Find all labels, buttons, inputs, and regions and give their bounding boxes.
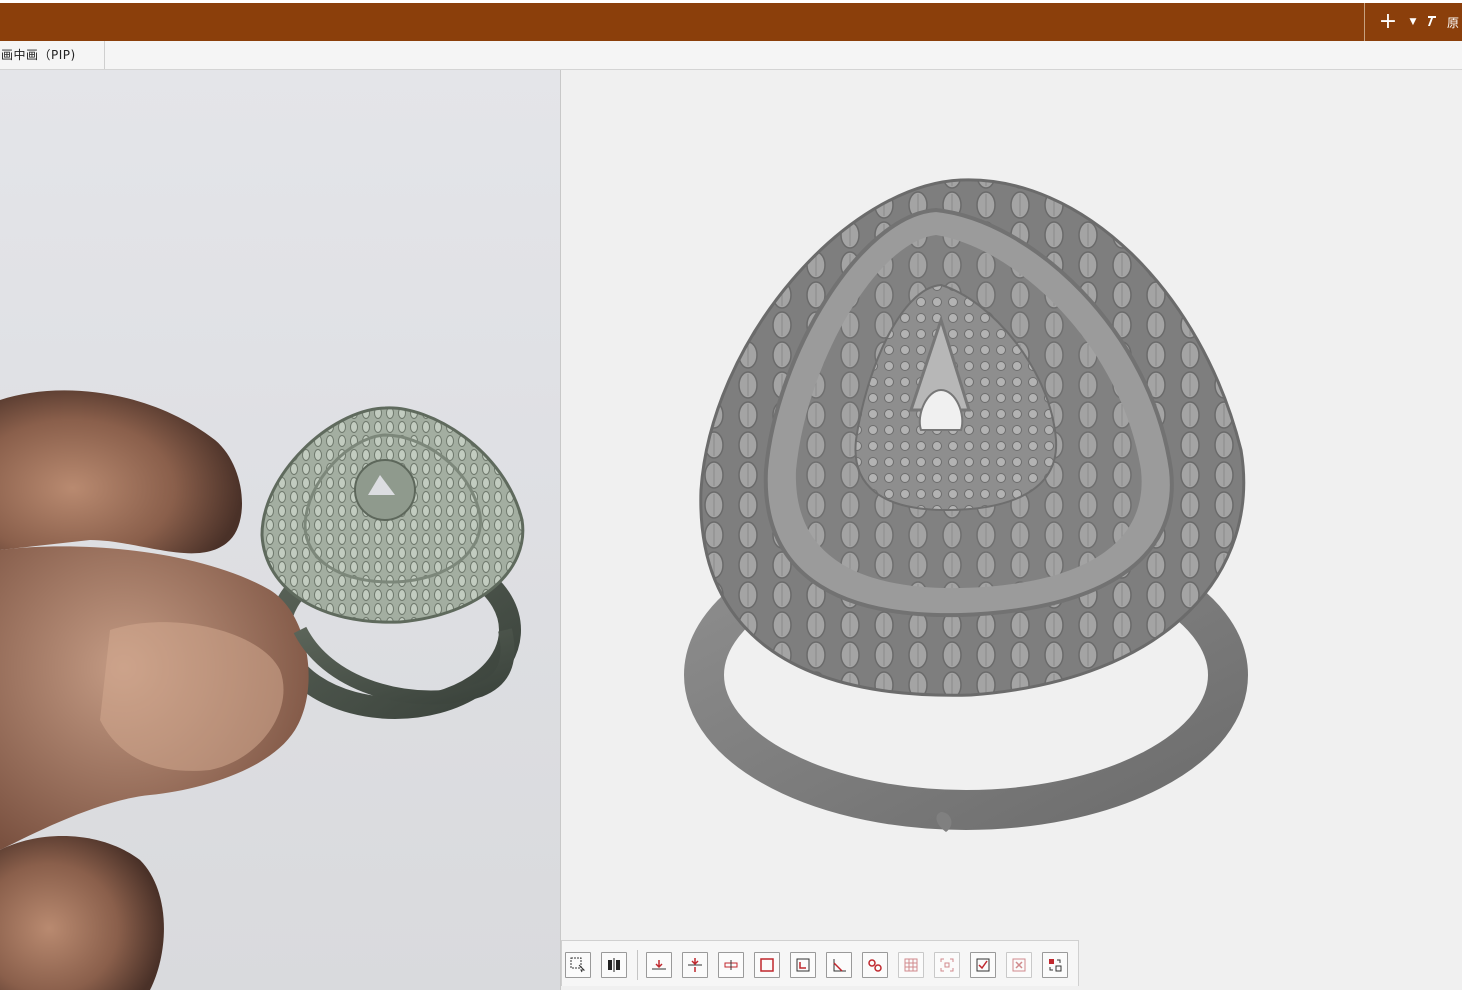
swap-icon[interactable] [1042, 952, 1068, 978]
toolbar-separator [637, 950, 638, 980]
title-bar-band [0, 3, 1462, 41]
title-bar: + ▼ 原 [0, 0, 1462, 41]
delete-icon[interactable] [1006, 952, 1032, 978]
bound-box-icon[interactable] [790, 952, 816, 978]
grid-icon[interactable] [898, 952, 924, 978]
model-viewport[interactable] [560, 70, 1462, 990]
fit-view-icon[interactable] [934, 952, 960, 978]
box-select-icon[interactable] [565, 952, 591, 978]
tab-pip[interactable]: 画中画（PIP) [0, 41, 105, 69]
pin-icon[interactable] [1427, 15, 1437, 30]
photo-panel [0, 70, 560, 990]
plus-icon[interactable]: + [1377, 11, 1399, 33]
title-bar-label[interactable]: 原 [1447, 14, 1459, 31]
align-bottom-icon[interactable] [646, 952, 672, 978]
ring-model-render [684, 178, 1248, 832]
connect-icon[interactable] [862, 952, 888, 978]
caret-down-icon[interactable]: ▼ [1409, 17, 1417, 27]
align-center-icon[interactable] [682, 952, 708, 978]
split-view-icon[interactable] [601, 952, 627, 978]
ring-photo [0, 390, 525, 990]
check-icon[interactable] [970, 952, 996, 978]
angle-measure-icon[interactable] [826, 952, 852, 978]
tab-strip: 画中画（PIP) [0, 41, 1462, 70]
title-bar-tools: + ▼ 原 [1364, 3, 1462, 41]
rectangle-icon[interactable] [754, 952, 780, 978]
distribute-icon[interactable] [718, 952, 744, 978]
view-toolbar [561, 940, 1079, 986]
